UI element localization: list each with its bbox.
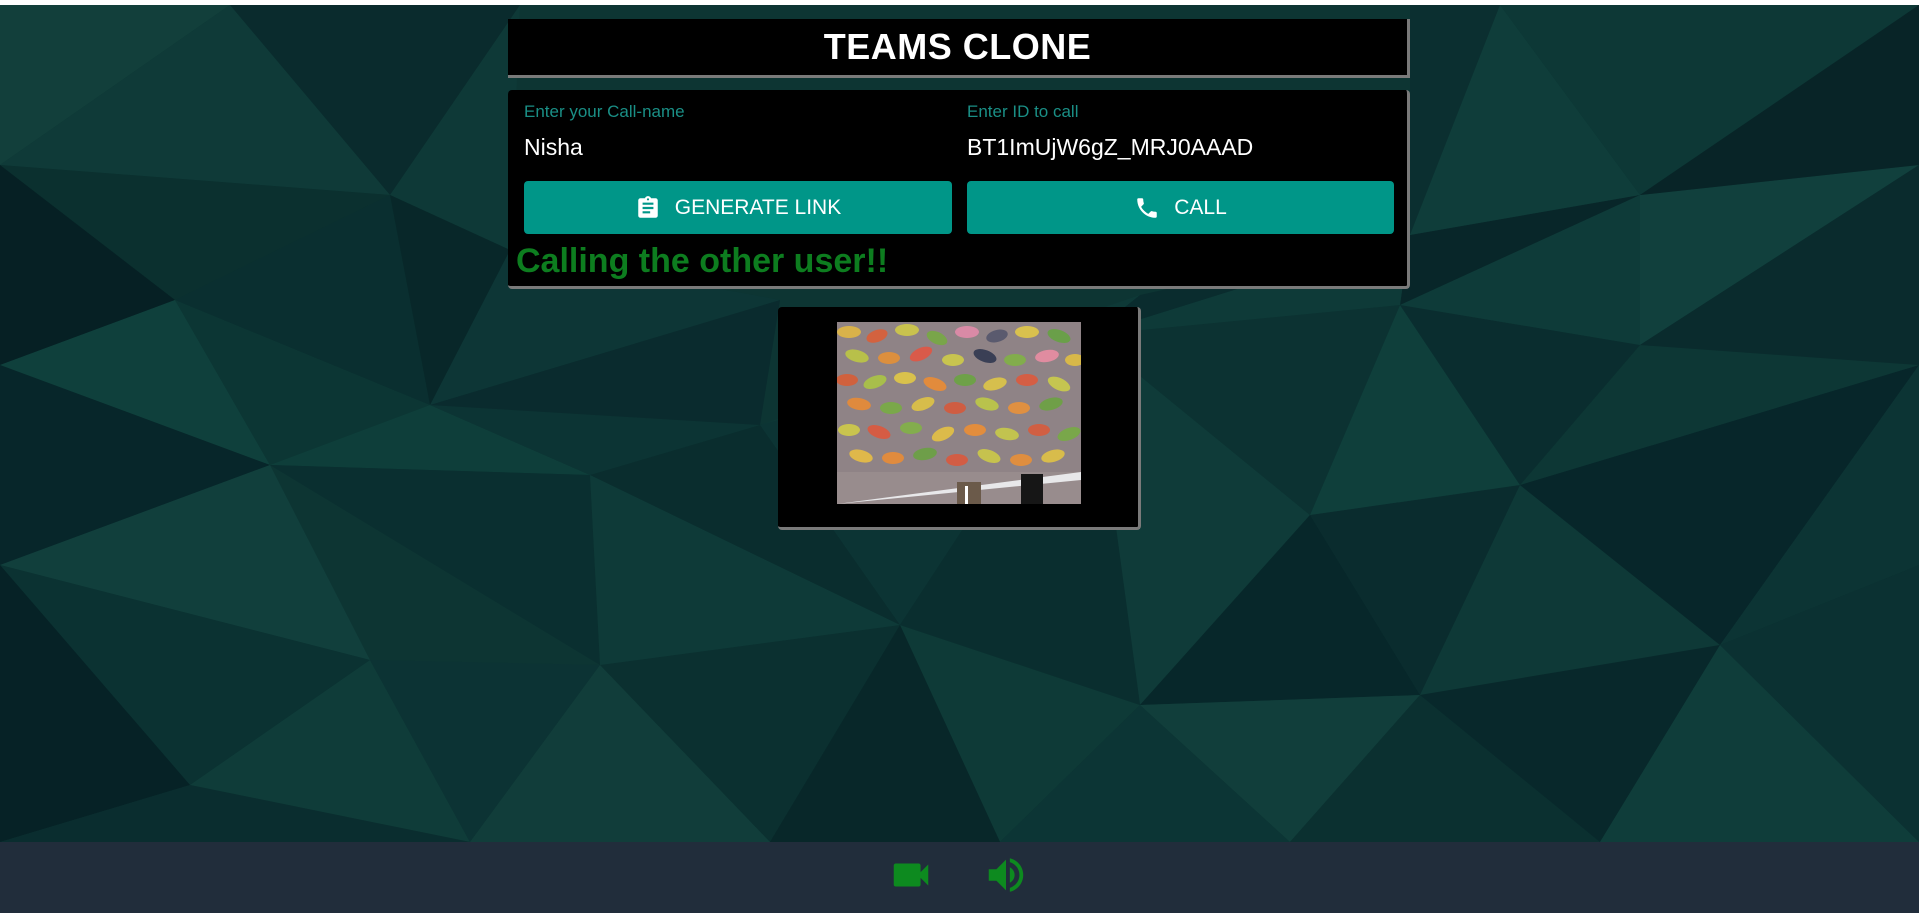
clipboard-icon [635,195,661,221]
call-form-panel: Enter your Call-name Enter ID to call GE… [508,90,1410,289]
call-id-input[interactable] [967,132,1387,162]
callname-label: Enter your Call-name [524,102,685,121]
video-toggle-button[interactable] [886,852,936,902]
phone-icon [1134,195,1160,221]
call-status-message: Calling the other user!! [516,242,889,280]
local-video-feed [837,322,1081,504]
media-control-bar [0,842,1919,913]
call-label: CALL [1174,195,1227,219]
video-camera-icon [888,852,934,903]
local-video-panel [778,307,1141,530]
call-button[interactable]: CALL [967,181,1394,234]
call-id-label: Enter ID to call [967,102,1079,121]
app-title: TEAMS CLONE [823,26,1092,67]
generate-link-label: GENERATE LINK [674,195,842,219]
audio-toggle-button[interactable] [981,852,1031,902]
generate-link-button[interactable]: GENERATE LINK [524,181,952,234]
app-title-bar: TEAMS CLONE [508,19,1410,78]
speaker-volume-icon [983,852,1029,903]
callname-input[interactable] [524,132,944,162]
